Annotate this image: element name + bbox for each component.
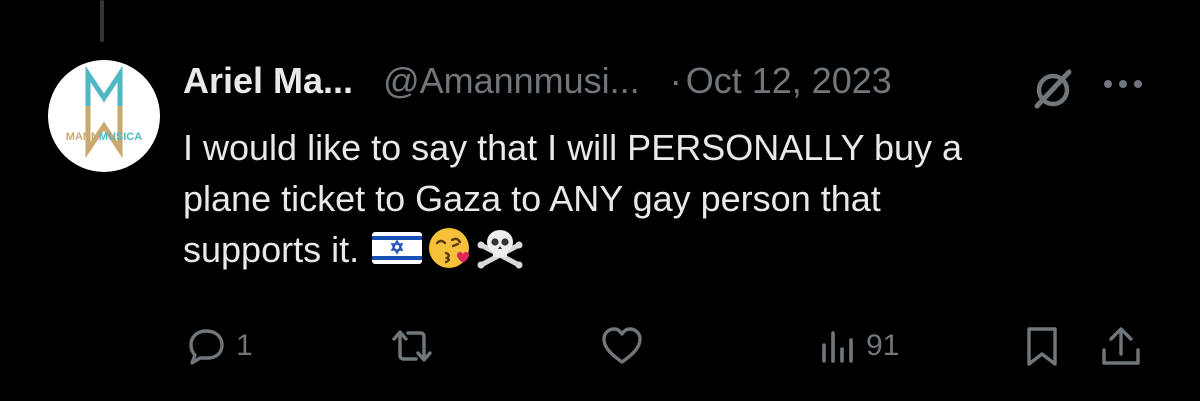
views-button[interactable]: 91 (818, 322, 899, 370)
heart-icon (602, 327, 642, 364)
tweet-header: Ariel Ma... @Amannmusi... · Oct 12, 2023 (183, 58, 892, 104)
skull-crossbones-icon (477, 230, 523, 269)
tweet-text-fragment: supports it. (183, 229, 360, 270)
tweet-text: I would like to say that I will PERSONAL… (183, 122, 1143, 275)
reply-icon (189, 329, 224, 365)
user-handle[interactable]: @Amannmusi... (383, 60, 640, 102)
emoji-group (371, 225, 523, 271)
reply-count: 1 (236, 329, 253, 362)
share-icon (1102, 327, 1140, 365)
avatar[interactable]: MANNMUSICA (48, 60, 160, 172)
retweet-icon (392, 330, 432, 362)
tweet-text-line: I would like to say that I will PERSONAL… (183, 127, 963, 168)
display-name[interactable]: Ariel Ma... (183, 60, 353, 102)
tweet-text-line: supports it. (183, 224, 1143, 275)
more-options-icon[interactable] (1098, 72, 1148, 96)
views-chart-icon (822, 331, 853, 363)
mannmusica-logo: MANNMUSICA (66, 65, 142, 159)
tweet-text-line: plane ticket to Gaza to ANY gay person t… (183, 178, 881, 219)
bookmark-button[interactable] (1020, 322, 1064, 370)
israel-flag-icon (372, 232, 423, 265)
kissing-heart-face-icon (429, 228, 470, 269)
tweet-date[interactable]: Oct 12, 2023 (686, 60, 892, 102)
grok-icon[interactable] (1028, 64, 1078, 114)
share-button[interactable] (1098, 322, 1144, 370)
views-count: 91 (866, 329, 900, 362)
header-separator: · (669, 60, 682, 101)
reply-button[interactable]: 1 (186, 322, 253, 370)
thread-connector-line (100, 0, 104, 42)
like-button[interactable] (600, 322, 652, 370)
svg-text:MANNMUSICA: MANNMUSICA (66, 131, 142, 143)
retweet-button[interactable] (388, 322, 444, 370)
bookmark-icon (1027, 327, 1057, 366)
